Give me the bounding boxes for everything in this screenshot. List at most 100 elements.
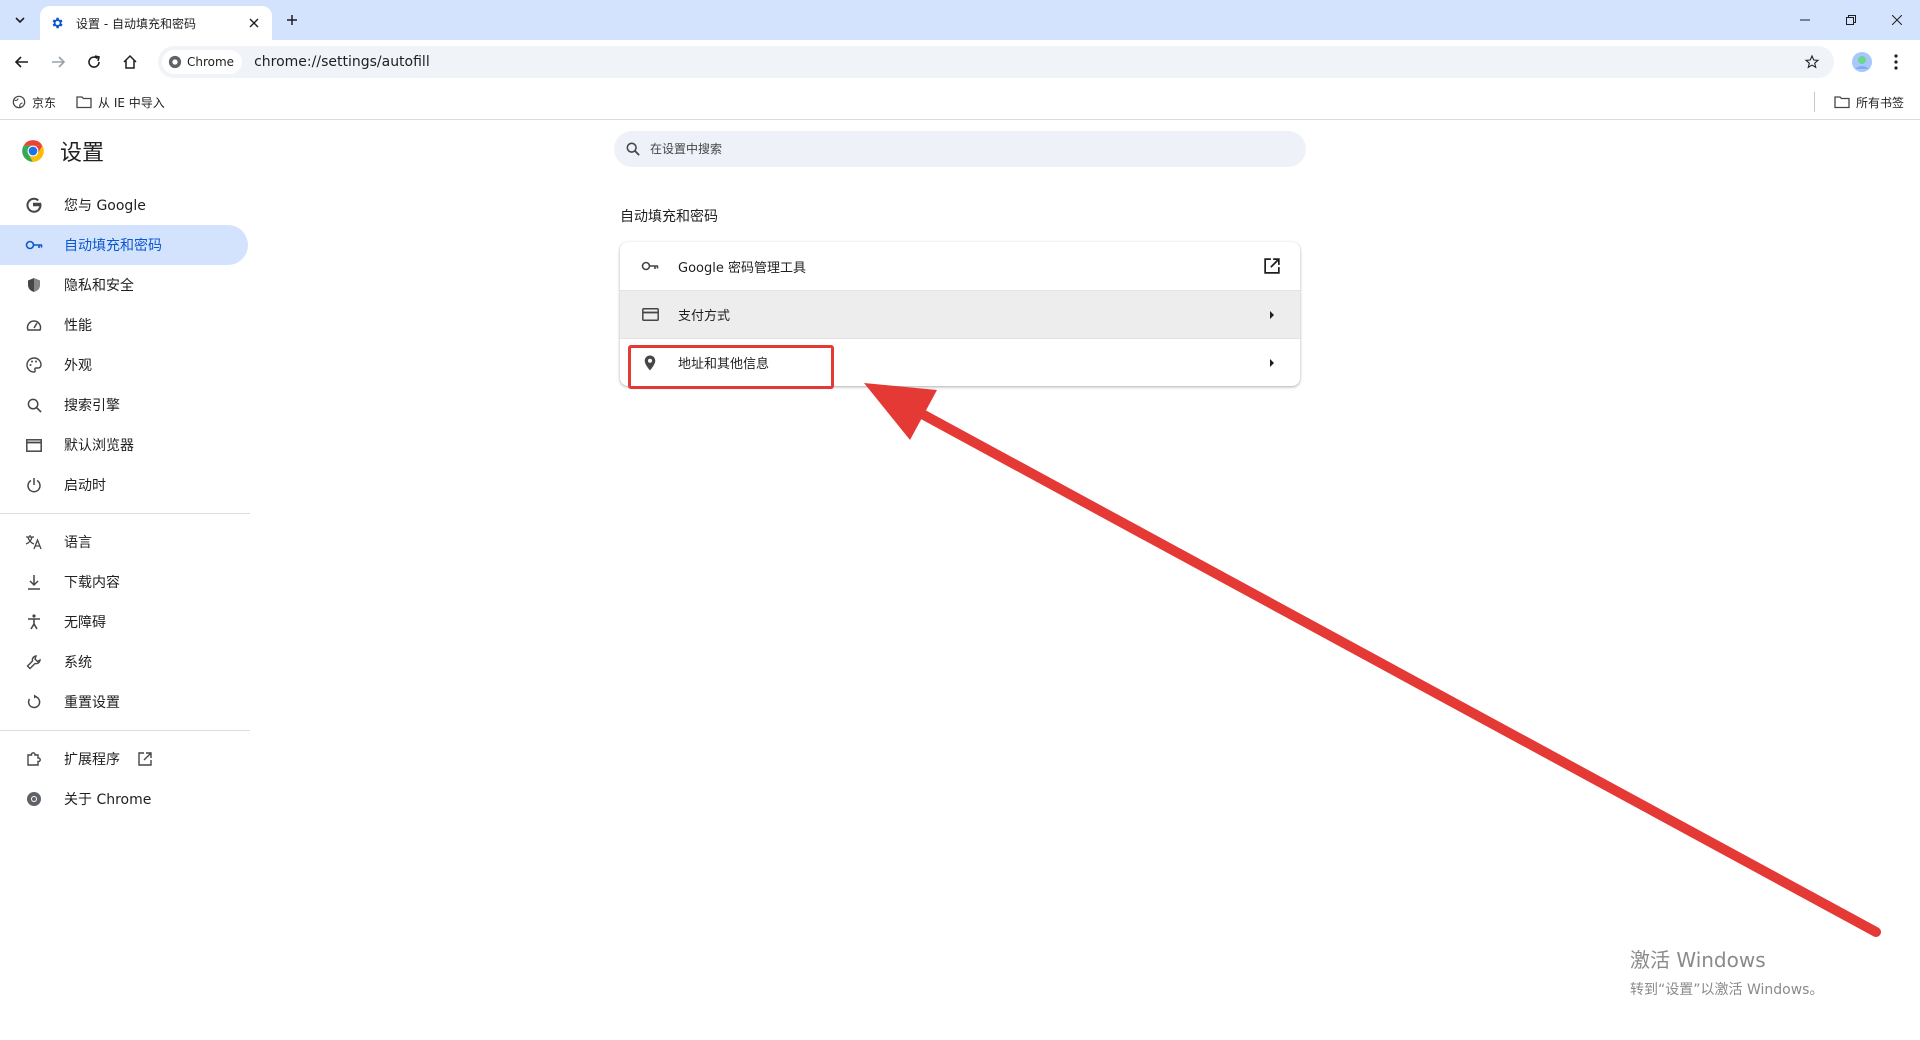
chevron-down-icon [15,17,25,24]
sidebar-item-system[interactable]: 系统 [0,642,248,682]
key-icon [640,256,660,276]
more-vert-icon [1894,54,1898,70]
page-title: 设置 [60,141,105,166]
reset-icon [24,692,44,712]
sidebar-item-label: 关于 Chrome [64,792,152,808]
home-button[interactable] [118,50,142,74]
reload-icon [88,55,100,68]
bookmark-jd[interactable]: 京东 [8,90,60,114]
sidebar-item-reset[interactable]: 重置设置 [0,682,248,722]
close-window-button[interactable] [1874,0,1920,40]
row-password-manager[interactable]: Google 密码管理工具 [620,242,1300,290]
star-icon [1804,54,1820,69]
sidebar-item-label: 启动时 [64,478,106,494]
sidebar-item-privacy[interactable]: 隐私和安全 [0,265,248,305]
arrow-right-icon [1260,351,1284,375]
minimize-button[interactable] [1782,0,1828,40]
chrome-menu-button[interactable] [1884,50,1908,74]
sidebar-item-label: 您与 Google [64,198,146,214]
row-payment-methods[interactable]: 支付方式 [620,290,1300,338]
bookmarks-separator [1814,92,1815,112]
row-label: 地址和其他信息 [678,357,770,372]
sidebar-item-appearance[interactable]: 外观 [0,345,248,385]
download-icon [24,572,44,592]
new-tab-button[interactable] [280,8,304,32]
sidebar-item-label: 自动填充和密码 [64,238,162,254]
row-label: Google 密码管理工具 [678,260,806,276]
search-icon [626,142,640,156]
tab-search-button[interactable] [8,8,32,32]
tab-title: 设置 - 自动填充和密码 [76,16,196,31]
chrome-logo-icon [22,140,44,162]
home-icon [123,54,137,69]
sidebar-item-you-and-google[interactable]: 您与 Google [0,185,248,225]
sidebar-item-label: 下载内容 [64,575,120,591]
back-button[interactable] [10,50,34,74]
settings-search-input[interactable] [648,141,1248,157]
key-icon [24,235,44,255]
sidebar-item-label: 语言 [64,535,92,551]
sidebar-item-accessibility[interactable]: 无障碍 [0,602,248,642]
sidebar-item-search-engine[interactable]: 搜索引擎 [0,385,248,425]
puzzle-icon [24,749,44,769]
sidebar-item-on-startup[interactable]: 启动时 [0,465,248,505]
sidebar-item-performance[interactable]: 性能 [0,305,248,345]
location-pin-icon [640,353,660,373]
active-tab[interactable]: 设置 - 自动填充和密码 [40,6,272,40]
all-bookmarks-label: 所有书签 [1856,95,1905,110]
arrow-left-icon [14,56,28,68]
restore-button[interactable] [1828,0,1874,40]
all-bookmarks-button[interactable]: 所有书签 [1830,90,1908,114]
sidebar-item-languages[interactable]: 语言 [0,522,248,562]
folder-icon [1834,96,1850,109]
tab-strip: 设置 - 自动填充和密码 [0,0,1920,40]
row-label: 支付方式 [678,309,731,324]
window-controls [1782,0,1920,40]
sidebar-item-about-chrome[interactable]: 关于 Chrome [0,779,248,819]
sidebar-item-default-browser[interactable]: 默认浏览器 [0,425,248,465]
watermark-subtitle: 转到“设置”以激活 Windows。 [1630,982,1824,998]
sidebar-item-label: 默认浏览器 [64,438,134,454]
toolbar: Chrome chrome://settings/autofill [0,40,1920,84]
bookmarks-bar: 京东 从 IE 中导入 所有书签 [0,84,1920,120]
arrow-right-icon [52,56,66,68]
avatar [1852,52,1872,72]
site-info-chip[interactable]: Chrome [162,50,243,74]
minimize-icon [1800,19,1810,21]
autofill-card: Google 密码管理工具 支付方式 地址和其他信息 [620,242,1300,386]
sidebar-divider [0,513,250,514]
accessibility-icon [24,612,44,632]
sidebar-item-downloads[interactable]: 下载内容 [0,562,248,602]
open-in-new-icon [138,752,152,766]
bookmark-label: 从 IE 中导入 [98,95,165,110]
wrench-icon [24,652,44,672]
close-icon [1892,15,1902,25]
windows-activation-watermark: 激活 Windows 转到“设置”以激活 Windows。 [1630,944,1823,999]
sidebar-item-label: 无障碍 [64,615,106,631]
google-icon [24,195,44,215]
section-title: 自动填充和密码 [620,209,718,225]
search-icon [24,395,44,415]
bookmark-folder-ie-import[interactable]: 从 IE 中导入 [72,90,169,114]
settings-search[interactable] [614,131,1306,167]
globe-icon [12,95,26,109]
speedometer-icon [24,315,44,335]
url-text[interactable]: chrome://settings/autofill [254,54,1798,70]
palette-icon [24,355,44,375]
bookmark-star-button[interactable] [1798,48,1826,76]
sidebar-item-label: 扩展程序 [64,752,120,768]
sidebar-item-extensions[interactable]: 扩展程序 [0,739,248,779]
reload-button[interactable] [82,50,106,74]
restore-icon [1846,15,1856,25]
sidebar-item-label: 重置设置 [64,695,120,711]
omnibox[interactable]: Chrome chrome://settings/autofill [158,46,1834,78]
gear-icon [50,15,66,31]
close-icon[interactable] [246,15,262,31]
sidebar-item-label: 隐私和安全 [64,278,134,294]
row-addresses[interactable]: 地址和其他信息 [620,338,1300,386]
arrow-right-icon [1260,303,1284,327]
sidebar-item-autofill[interactable]: 自动填充和密码 [0,225,248,265]
forward-button[interactable] [46,50,70,74]
open-in-new-icon[interactable] [1260,254,1284,278]
profile-button[interactable] [1850,50,1874,74]
